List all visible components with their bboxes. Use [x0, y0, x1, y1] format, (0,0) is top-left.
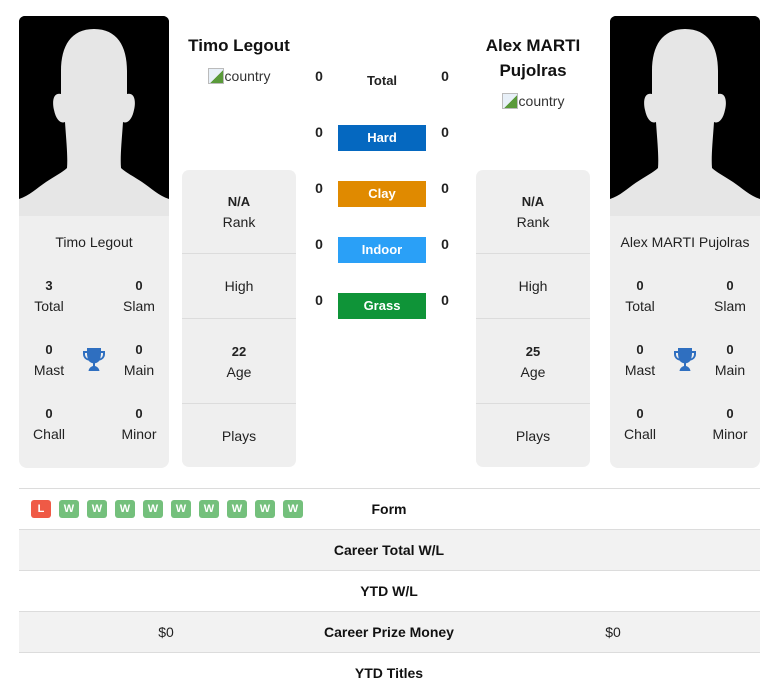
player2-slam-titles: 0 Slam: [714, 278, 746, 314]
career-wl-label: Career Total W/L: [333, 542, 445, 558]
player1-challenger-titles: 0 Chall: [33, 406, 65, 442]
player2-age: 25 Age: [520, 344, 546, 380]
player2-high-rank: High: [518, 278, 548, 294]
trophy-icon: [674, 348, 696, 371]
player1-minor-titles: 0 Minor: [121, 406, 157, 442]
h2h-hard-row: 0 Hard 0: [300, 123, 470, 151]
h2h-clay-p2: 0: [441, 180, 449, 196]
form-badge-win: W: [255, 500, 275, 518]
player2-card: Alex MARTI Pujolras 0 Total 0 Slam 0 Mas…: [610, 216, 760, 468]
prize-money-label: Career Prize Money: [324, 624, 454, 640]
table-row-prize-money: $0 Career Prize Money $0: [19, 612, 760, 653]
avatar-silhouette-icon: [610, 16, 760, 216]
surface-badge-indoor: Indoor: [338, 237, 426, 263]
h2h-indoor-row: 0 Indoor 0: [300, 235, 470, 263]
h2h-total-label: Total: [366, 73, 398, 88]
surface-badge-clay: Clay: [338, 181, 426, 207]
divider: [182, 318, 296, 319]
h2h-grass-p2: 0: [441, 292, 449, 308]
h2h-hard-p2: 0: [441, 124, 449, 140]
player2-minor-titles: 0 Minor: [712, 406, 748, 442]
surface-badge-grass: Grass: [338, 293, 426, 319]
player2-masters-titles: 0 Mast: [624, 342, 656, 378]
player1-rank: N/A Rank: [222, 194, 256, 230]
table-row-form: L W W W W W W W W W Form: [19, 489, 760, 530]
player2-main-titles: 0 Main: [714, 342, 746, 378]
h2h-indoor-p2: 0: [441, 236, 449, 252]
player1-card: Timo Legout 3 Total 0 Slam 0 Mast 0 Main…: [19, 216, 169, 468]
player2-country-flag: country: [465, 93, 601, 109]
divider: [476, 318, 590, 319]
comparison-table: L W W W W W W W W W Form Career Total W/…: [19, 488, 760, 694]
form-badge-win: W: [227, 500, 247, 518]
form-badge-win: W: [115, 500, 135, 518]
divider: [182, 253, 296, 254]
player1-age: 22 Age: [226, 344, 252, 380]
form-badge-win: W: [199, 500, 219, 518]
h2h-grass-p1: 0: [315, 292, 323, 308]
h2h-clay-row: 0 Clay 0: [300, 179, 470, 207]
h2h-total-p1: 0: [315, 68, 323, 84]
h2h-hard-p1: 0: [315, 124, 323, 140]
player2-total-titles: 0 Total: [625, 278, 655, 314]
ytd-wl-label: YTD W/L: [360, 583, 418, 599]
form-badge-win: W: [171, 500, 191, 518]
surface-badge-hard: Hard: [338, 125, 426, 151]
h2h-grass-row: 0 Grass 0: [300, 291, 470, 319]
table-row-ytd-wl: YTD W/L: [19, 571, 760, 612]
player2-rank: N/A Rank: [516, 194, 550, 230]
player1-total-titles: 3 Total: [34, 278, 64, 314]
table-row-ytd-titles: YTD Titles: [19, 653, 760, 694]
ytd-titles-label: YTD Titles: [354, 665, 424, 681]
table-row-career-wl: Career Total W/L: [19, 530, 760, 571]
h2h-clay-p1: 0: [315, 180, 323, 196]
form-badge-loss: L: [31, 500, 51, 518]
form-badge-win: W: [87, 500, 107, 518]
avatar-silhouette-icon: [19, 16, 169, 216]
divider: [476, 253, 590, 254]
player1-info-card: N/A Rank High 22 Age Plays: [182, 170, 296, 467]
form-label: Form: [371, 501, 407, 517]
broken-image-icon: [207, 68, 224, 84]
trophy-icon: [83, 348, 105, 371]
player2-plays: Plays: [515, 428, 551, 444]
broken-image-icon: [501, 93, 518, 109]
player1-name-link[interactable]: Timo Legout: [170, 33, 308, 58]
player2-photo: [610, 16, 760, 216]
player2-card-name: Alex MARTI Pujolras: [620, 234, 750, 250]
player1-photo: [19, 16, 169, 216]
form-badge-win: W: [59, 500, 79, 518]
form-badge-win: W: [143, 500, 163, 518]
player2-prize-money: $0: [605, 624, 621, 640]
player1-masters-titles: 0 Mast: [33, 342, 65, 378]
player1-high-rank: High: [224, 278, 254, 294]
divider: [182, 403, 296, 404]
h2h-indoor-p1: 0: [315, 236, 323, 252]
player2-challenger-titles: 0 Chall: [624, 406, 656, 442]
player1-plays: Plays: [221, 428, 257, 444]
h2h-total-row: 0 Total 0: [300, 67, 470, 95]
player1-country-flag: country: [170, 68, 308, 84]
h2h-total-p2: 0: [441, 68, 449, 84]
player1-form-badges: L W W W W W W W W W: [31, 500, 303, 518]
player2-name-link[interactable]: Alex MARTI Pujolras: [465, 33, 601, 83]
divider: [476, 403, 590, 404]
player2-info-card: N/A Rank High 25 Age Plays: [476, 170, 590, 467]
player1-main-titles: 0 Main: [123, 342, 155, 378]
player1-prize-money: $0: [158, 624, 174, 640]
player1-slam-titles: 0 Slam: [123, 278, 155, 314]
player1-card-name: Timo Legout: [55, 234, 133, 250]
